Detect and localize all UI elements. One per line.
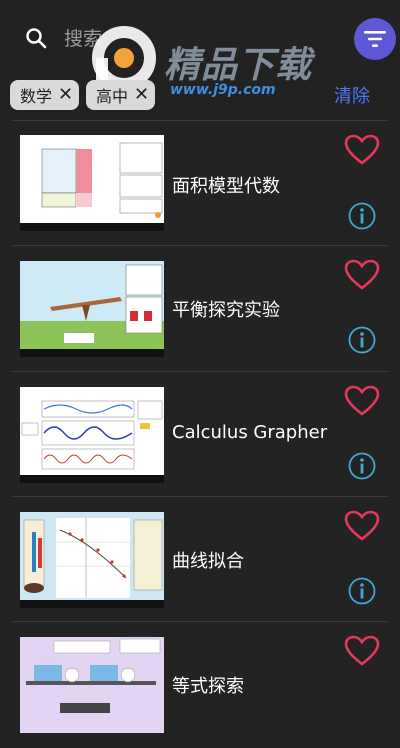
filter-chip-high-school[interactable]: 高中 ✕ xyxy=(86,80,156,110)
filter-button[interactable] xyxy=(354,18,396,60)
search-icon[interactable] xyxy=(24,26,48,50)
list-item[interactable]: 面积模型代数 xyxy=(0,120,400,246)
search-input[interactable] xyxy=(62,22,326,56)
heart-outline-icon[interactable] xyxy=(344,635,380,667)
sim-title[interactable]: 面积模型代数 xyxy=(172,172,280,198)
chip-label: 高中 xyxy=(96,87,129,106)
sim-title[interactable]: Calculus Grapher xyxy=(172,422,327,443)
info-icon[interactable] xyxy=(348,202,376,230)
sim-title[interactable]: 平衡探究实验 xyxy=(172,296,280,322)
list-item[interactable]: 等式探索 xyxy=(0,622,400,748)
sim-thumbnail[interactable] xyxy=(20,261,164,357)
chip-remove-icon[interactable]: ✕ xyxy=(134,86,149,104)
info-icon[interactable] xyxy=(348,577,376,605)
list-item[interactable]: Calculus Grapher xyxy=(0,372,400,498)
heart-outline-icon[interactable] xyxy=(344,385,380,417)
sim-thumbnail[interactable] xyxy=(20,387,164,483)
list-item[interactable]: 曲线拟合 xyxy=(0,497,400,623)
sim-title[interactable]: 等式探索 xyxy=(172,672,244,698)
heart-outline-icon[interactable] xyxy=(344,259,380,291)
sim-title[interactable]: 曲线拟合 xyxy=(172,547,244,573)
heart-outline-icon[interactable] xyxy=(344,510,380,542)
chip-remove-icon[interactable]: ✕ xyxy=(58,86,73,104)
heart-outline-icon[interactable] xyxy=(344,134,380,166)
sim-thumbnail[interactable] xyxy=(20,512,164,608)
sim-thumbnail[interactable] xyxy=(20,135,164,231)
chip-label: 数学 xyxy=(20,87,53,106)
sim-thumbnail[interactable] xyxy=(20,637,164,733)
info-icon[interactable] xyxy=(348,326,376,354)
watermark-url: www.j9p.com xyxy=(170,82,276,98)
info-icon[interactable] xyxy=(348,452,376,480)
filter-icon xyxy=(364,31,386,47)
list-item[interactable]: 平衡探究实验 xyxy=(0,246,400,372)
filter-chip-math[interactable]: 数学 ✕ xyxy=(10,80,80,110)
top-bar: 精品下载 www.j9p.com 数学 ✕ 高中 ✕ 清除 xyxy=(0,0,400,120)
clear-filters-button[interactable]: 清除 xyxy=(334,82,370,108)
